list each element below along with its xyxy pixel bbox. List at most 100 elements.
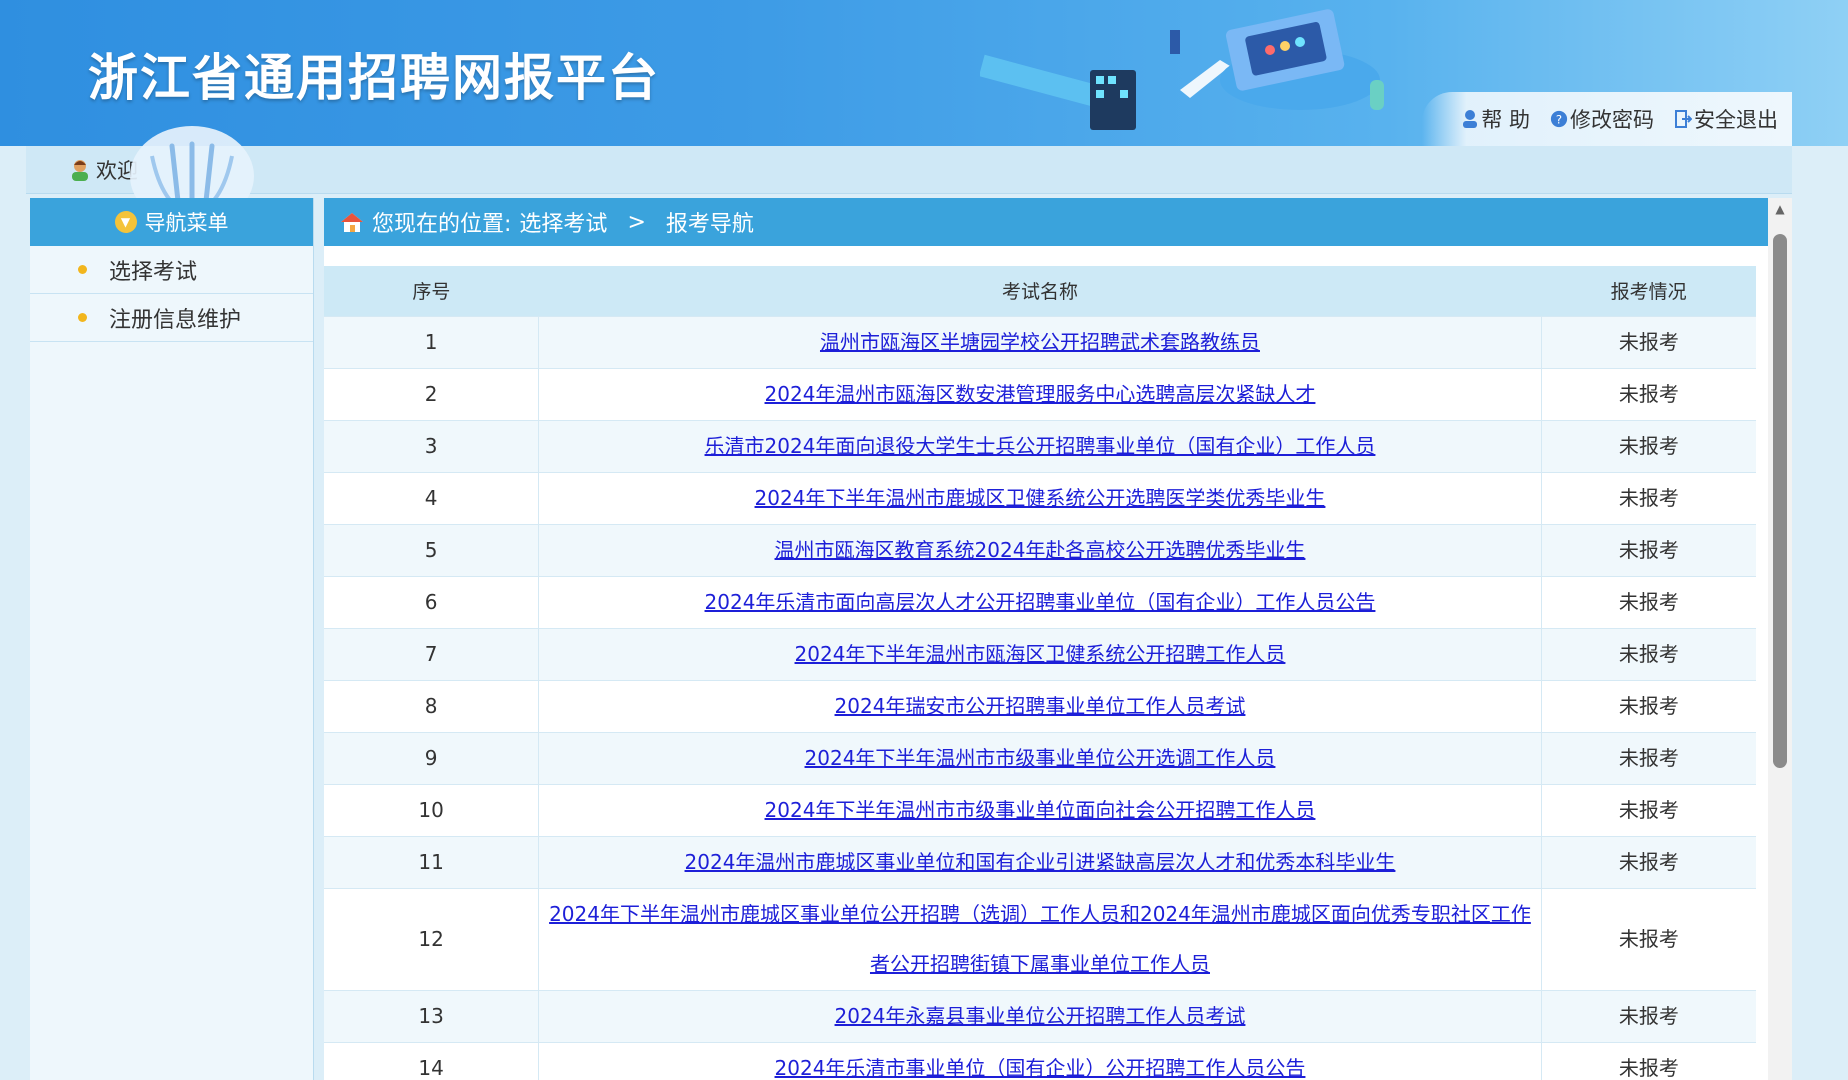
change-password-label: 修改密码	[1570, 108, 1654, 132]
exam-link[interactable]: 2024年瑞安市公开招聘事业单位工作人员考试	[835, 694, 1246, 718]
exam-link[interactable]: 2024年温州市瓯海区数安港管理服务中心选聘高层次紧缺人才	[765, 382, 1316, 406]
table-row: 12 2024年下半年温州市鹿城区事业单位公开招聘（选调）工作人员和2024年温州…	[324, 887, 1756, 990]
exam-name-cell: 2024年下半年温州市市级事业单位公开选调工作人员	[538, 731, 1542, 784]
exam-link[interactable]: 2024年下半年温州市瓯海区卫健系统公开招聘工作人员	[795, 642, 1286, 666]
exam-name-cell: 2024年下半年温州市鹿城区事业单位公开招聘（选调）工作人员和2024年温州市鹿…	[538, 887, 1542, 990]
status-cell: 未报考	[1541, 523, 1756, 576]
chevron-down-icon: ▼	[114, 211, 137, 233]
top-links: 帮 助 ? 修改密码 安全退出	[1422, 92, 1792, 146]
exam-name-cell: 温州市瓯海区教育系统2024年赴各高校公开选聘优秀毕业生	[538, 523, 1542, 576]
breadcrumb-prefix: 您现在的位置:	[372, 212, 512, 237]
bullet-icon	[78, 313, 87, 322]
exit-icon	[1675, 110, 1692, 128]
table-row: 14 2024年乐清市事业单位（国有企业）公开招聘工作人员公告 未报考	[324, 1041, 1756, 1080]
table-row: 5 温州市瓯海区教育系统2024年赴各高校公开选聘优秀毕业生 未报考	[324, 523, 1756, 576]
exam-name-cell: 2024年乐清市面向高层次人才公开招聘事业单位（国有企业）工作人员公告	[538, 575, 1542, 628]
exam-name-cell: 2024年瑞安市公开招聘事业单位工作人员考试	[538, 679, 1542, 732]
user-icon	[72, 159, 88, 181]
main-content: 您现在的位置: 选择考试 > 报考导航 序号 考试名称 报考情况 1 温州市瓯海区…	[324, 198, 1768, 1080]
column-header-status: 报考情况	[1541, 266, 1756, 316]
exam-name-cell: 温州市瓯海区半塘园学校公开招聘武术套路教练员	[538, 315, 1542, 368]
table-row: 9 2024年下半年温州市市级事业单位公开选调工作人员 未报考	[324, 731, 1756, 784]
breadcrumb-item-select-exam[interactable]: 选择考试	[519, 206, 607, 238]
table-row: 13 2024年永嘉县事业单位公开招聘工作人员考试 未报考	[324, 989, 1756, 1042]
exam-name-cell: 2024年永嘉县事业单位公开招聘工作人员考试	[538, 989, 1542, 1042]
status-cell: 未报考	[1541, 315, 1756, 368]
exam-name-cell: 2024年温州市瓯海区数安港管理服务中心选聘高层次紧缺人才	[538, 367, 1542, 420]
sidebar-item-label: 选择考试	[109, 259, 198, 285]
table-row: 11 2024年温州市鹿城区事业单位和国有企业引进紧缺高层次人才和优秀本科毕业生 未…	[324, 835, 1756, 888]
exam-name-cell: 2024年乐清市事业单位（国有企业）公开招聘工作人员公告	[538, 1041, 1542, 1080]
exam-link[interactable]: 2024年乐清市面向高层次人才公开招聘事业单位（国有企业）工作人员公告	[705, 590, 1376, 614]
column-header-name: 考试名称	[538, 266, 1542, 316]
welcome-bar: 欢迎	[26, 146, 1792, 194]
vertical-scrollbar[interactable]: ▲	[1768, 198, 1792, 1080]
sidebar: ▼ 导航菜单 选择考试 注册信息维护	[30, 198, 314, 1080]
bullet-icon	[78, 265, 87, 274]
exam-link[interactable]: 2024年乐清市事业单位（国有企业）公开招聘工作人员公告	[775, 1056, 1306, 1080]
exam-link[interactable]: 温州市瓯海区半塘园学校公开招聘武术套路教练员	[820, 330, 1260, 354]
scroll-up-arrow-icon[interactable]: ▲	[1768, 198, 1792, 220]
banner-illustration	[980, 9, 1384, 130]
column-header-no: 序号	[324, 266, 539, 316]
status-cell: 未报考	[1541, 989, 1756, 1042]
exam-link[interactable]: 2024年下半年温州市市级事业单位面向社会公开招聘工作人员	[765, 798, 1316, 822]
row-number-cell: 7	[324, 627, 539, 680]
table-row: 7 2024年下半年温州市瓯海区卫健系统公开招聘工作人员 未报考	[324, 627, 1756, 680]
home-icon	[341, 213, 363, 232]
help-link-label: 帮 助	[1481, 108, 1530, 132]
table-header-row: 序号 考试名称 报考情况	[324, 266, 1756, 316]
exam-table-container: 序号 考试名称 报考情况 1 温州市瓯海区半塘园学校公开招聘武术套路教练员 未报考 2…	[324, 266, 1756, 1080]
status-cell: 未报考	[1541, 367, 1756, 420]
exam-link[interactable]: 温州市瓯海区教育系统2024年赴各高校公开选聘优秀毕业生	[775, 538, 1306, 562]
sidebar-header: ▼ 导航菜单	[30, 198, 313, 246]
svg-text:?: ?	[1556, 113, 1562, 127]
row-number-cell: 4	[324, 471, 539, 524]
status-cell: 未报考	[1541, 627, 1756, 680]
row-number-cell: 3	[324, 419, 539, 472]
table-row: 2 2024年温州市瓯海区数安港管理服务中心选聘高层次紧缺人才 未报考	[324, 367, 1756, 420]
logout-label: 安全退出	[1694, 108, 1778, 132]
row-number-cell: 2	[324, 367, 539, 420]
logout-link[interactable]: 安全退出	[1674, 104, 1778, 134]
status-cell: 未报考	[1541, 887, 1756, 990]
status-cell: 未报考	[1541, 783, 1756, 836]
breadcrumb: 您现在的位置: 选择考试 > 报考导航	[324, 198, 1768, 246]
exam-name-cell: 2024年温州市鹿城区事业单位和国有企业引进紧缺高层次人才和优秀本科毕业生	[538, 835, 1542, 888]
sidebar-item-select-exam[interactable]: 选择考试	[30, 246, 313, 294]
table-row: 3 乐清市2024年面向退役大学生士兵公开招聘事业单位（国有企业）工作人员 未报考	[324, 419, 1756, 472]
breadcrumb-item-current: 报考导航	[665, 212, 754, 237]
status-cell: 未报考	[1541, 575, 1756, 628]
table-row: 10 2024年下半年温州市市级事业单位面向社会公开招聘工作人员 未报考	[324, 783, 1756, 836]
exam-name-cell: 2024年下半年温州市瓯海区卫健系统公开招聘工作人员	[538, 627, 1542, 680]
exam-table: 序号 考试名称 报考情况 1 温州市瓯海区半塘园学校公开招聘武术套路教练员 未报考 2…	[324, 266, 1756, 1080]
row-number-cell: 6	[324, 575, 539, 628]
row-number-cell: 10	[324, 783, 539, 836]
row-number-cell: 5	[324, 523, 539, 576]
exam-link[interactable]: 2024年下半年温州市市级事业单位公开选调工作人员	[805, 746, 1276, 770]
exam-link[interactable]: 2024年下半年温州市鹿城区事业单位公开招聘（选调）工作人员和2024年温州市鹿…	[549, 902, 1531, 976]
table-row: 8 2024年瑞安市公开招聘事业单位工作人员考试 未报考	[324, 679, 1756, 732]
row-number-cell: 8	[324, 679, 539, 732]
question-icon: ?	[1550, 110, 1568, 128]
scrollbar-thumb[interactable]	[1773, 234, 1787, 768]
sidebar-item-registration-info[interactable]: 注册信息维护	[30, 294, 313, 342]
sidebar-title: 导航菜单	[144, 211, 229, 235]
user-help-icon	[1463, 110, 1478, 128]
exam-link[interactable]: 乐清市2024年面向退役大学生士兵公开招聘事业单位（国有企业）工作人员	[705, 434, 1376, 458]
exam-link[interactable]: 2024年永嘉县事业单位公开招聘工作人员考试	[835, 1004, 1246, 1028]
row-number-cell: 13	[324, 989, 539, 1042]
row-number-cell: 14	[324, 1041, 539, 1080]
exam-link[interactable]: 2024年下半年温州市鹿城区卫健系统公开选聘医学类优秀毕业生	[755, 486, 1326, 510]
row-number-cell: 12	[324, 887, 539, 990]
exam-link[interactable]: 2024年温州市鹿城区事业单位和国有企业引进紧缺高层次人才和优秀本科毕业生	[685, 850, 1396, 874]
table-row: 6 2024年乐清市面向高层次人才公开招聘事业单位（国有企业）工作人员公告 未报考	[324, 575, 1756, 628]
welcome-text: 欢迎	[96, 158, 138, 183]
exam-name-cell: 乐清市2024年面向退役大学生士兵公开招聘事业单位（国有企业）工作人员	[538, 419, 1542, 472]
exam-name-cell: 2024年下半年温州市鹿城区卫健系统公开选聘医学类优秀毕业生	[538, 471, 1542, 524]
change-password-link[interactable]: ? 修改密码	[1550, 104, 1654, 134]
row-number-cell: 9	[324, 731, 539, 784]
site-title: 浙江省通用招聘网报平台	[88, 49, 660, 107]
help-link[interactable]: 帮 助	[1461, 104, 1530, 134]
table-row: 4 2024年下半年温州市鹿城区卫健系统公开选聘医学类优秀毕业生 未报考	[324, 471, 1756, 524]
